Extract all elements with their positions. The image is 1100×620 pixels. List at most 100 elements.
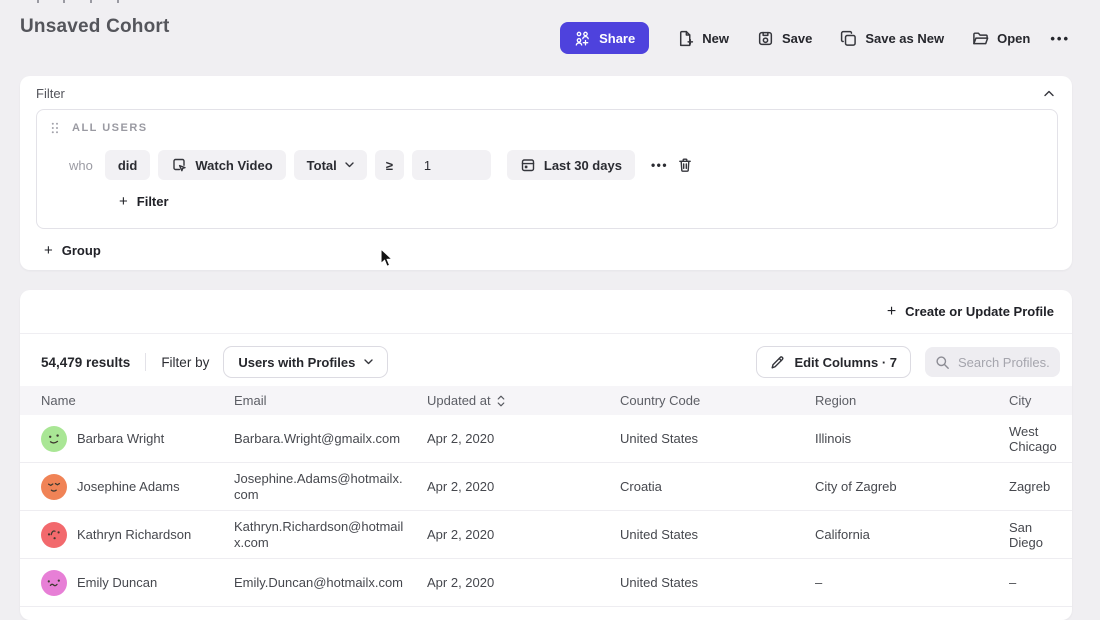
search-icon xyxy=(935,355,950,370)
toolbar: Share New Save xyxy=(560,22,1070,54)
email-cell: Emily.Duncan@hotmailx.com xyxy=(234,575,427,591)
did-selector[interactable]: did xyxy=(105,150,151,180)
table-row[interactable]: Barbara Wright Barbara.Wright@gmailx.com… xyxy=(20,415,1072,463)
folder-icon xyxy=(972,30,989,47)
table-header: Name Email Updated at Country Code Regio… xyxy=(20,386,1072,415)
open-button-label: Open xyxy=(997,31,1030,46)
add-group-button[interactable]: + Group xyxy=(44,242,101,259)
add-group-label: Group xyxy=(62,243,101,258)
share-button[interactable]: Share xyxy=(560,22,649,54)
plus-icon: + xyxy=(44,242,53,259)
column-header-region: Region xyxy=(815,393,1009,408)
save-button-label: Save xyxy=(782,31,812,46)
column-header-city: City xyxy=(1009,393,1072,408)
email-cell: Barbara.Wright@gmailx.com xyxy=(234,431,427,447)
calendar-icon xyxy=(520,157,536,173)
create-profile-row: + Create or Update Profile xyxy=(20,290,1072,334)
did-label: did xyxy=(118,158,138,173)
results-panel: + Create or Update Profile 54,479 result… xyxy=(20,290,1072,620)
add-filter-label: Filter xyxy=(137,194,169,209)
new-button[interactable]: New xyxy=(677,30,729,47)
profile-name: Barbara Wright xyxy=(77,431,164,446)
date-range-label: Last 30 days xyxy=(544,158,622,173)
table-row[interactable]: Josephine Adams Josephine.Adams@hotmailx… xyxy=(20,463,1072,511)
avatar xyxy=(41,426,67,452)
save-as-new-button-label: Save as New xyxy=(865,31,944,46)
table-controls-row: 54,479 results Filter by Users with Prof… xyxy=(41,346,1060,378)
profile-name-cell: Josephine Adams xyxy=(41,474,234,500)
profile-name-cell: Kathryn Richardson xyxy=(41,522,234,548)
pencil-icon xyxy=(770,355,785,370)
avatar xyxy=(41,570,67,596)
country-cell: United States xyxy=(620,527,815,542)
delete-clause-button[interactable] xyxy=(674,154,696,176)
table-row[interactable]: Emily Duncan Emily.Duncan@hotmailx.com A… xyxy=(20,559,1072,607)
profile-filter-value: Users with Profiles xyxy=(238,355,355,370)
updated-at-label: Updated at xyxy=(427,393,491,408)
threshold-input[interactable] xyxy=(412,150,491,180)
email-value: Kathryn.Richardson@hotmailx.com xyxy=(234,519,406,551)
save-button[interactable]: Save xyxy=(757,30,812,47)
column-header-updated-at[interactable]: Updated at xyxy=(427,393,620,408)
create-or-update-profile-button[interactable]: + Create or Update Profile xyxy=(887,303,1054,321)
add-filter-button[interactable]: + Filter xyxy=(119,193,169,210)
crop-mark xyxy=(117,0,119,3)
share-button-label: Share xyxy=(599,31,635,46)
profile-name: Kathryn Richardson xyxy=(77,527,191,542)
aggregation-selector[interactable]: Total xyxy=(294,150,367,180)
profile-name: Emily Duncan xyxy=(77,575,157,590)
drag-handle-icon[interactable] xyxy=(51,122,59,134)
crop-mark xyxy=(63,0,65,3)
collapse-filter-button[interactable] xyxy=(1040,86,1058,101)
aggregation-label: Total xyxy=(307,158,337,173)
chevron-down-icon xyxy=(364,359,373,365)
copy-icon xyxy=(840,30,857,47)
page-title: Unsaved Cohort xyxy=(20,16,170,38)
column-header-name: Name xyxy=(41,393,234,408)
profile-name: Josephine Adams xyxy=(77,479,180,494)
new-button-label: New xyxy=(702,31,729,46)
region-cell: City of Zagreb xyxy=(815,479,1009,494)
edit-columns-label: Edit Columns · 7 xyxy=(794,355,897,370)
profile-filter-dropdown[interactable]: Users with Profiles xyxy=(223,346,388,378)
date-range-selector[interactable]: Last 30 days xyxy=(507,150,635,180)
profile-name-cell: Barbara Wright xyxy=(41,426,234,452)
column-header-email: Email xyxy=(234,393,427,408)
updated-at-cell: Apr 2, 2020 xyxy=(427,575,620,590)
open-button[interactable]: Open xyxy=(972,30,1030,47)
crop-mark xyxy=(90,0,92,3)
plus-icon: + xyxy=(119,193,128,210)
table-body: Barbara Wright Barbara.Wright@gmailx.com… xyxy=(20,415,1072,607)
toolbar-overflow-button[interactable]: ••• xyxy=(1050,31,1070,46)
filter-panel-label: Filter xyxy=(36,86,65,101)
sort-icon xyxy=(497,395,505,407)
updated-at-cell: Apr 2, 2020 xyxy=(427,431,620,446)
email-value: Barbara.Wright@gmailx.com xyxy=(234,431,400,447)
people-plus-icon xyxy=(574,30,591,47)
operator-selector[interactable]: ≥ xyxy=(375,150,404,180)
city-cell: Zagreb xyxy=(1009,479,1072,494)
event-selector[interactable]: Watch Video xyxy=(158,150,285,180)
email-value: Josephine.Adams@hotmailx.com xyxy=(234,471,406,503)
city-cell: San Diego xyxy=(1009,520,1072,550)
city-cell: – xyxy=(1009,575,1072,590)
event-label: Watch Video xyxy=(195,158,272,173)
edit-columns-button[interactable]: Edit Columns · 7 xyxy=(756,346,911,378)
country-cell: Croatia xyxy=(620,479,815,494)
region-cell: California xyxy=(815,527,1009,542)
table-row[interactable]: Kathryn Richardson Kathryn.Richardson@ho… xyxy=(20,511,1072,559)
region-cell: – xyxy=(815,575,1009,590)
who-label: who xyxy=(69,158,93,173)
trash-icon xyxy=(677,157,693,173)
email-cell: Kathryn.Richardson@hotmailx.com xyxy=(234,519,427,551)
plus-icon: + xyxy=(887,303,896,321)
save-as-new-button[interactable]: Save as New xyxy=(840,30,944,47)
email-cell: Josephine.Adams@hotmailx.com xyxy=(234,471,427,503)
avatar xyxy=(41,522,67,548)
chevron-down-icon xyxy=(345,162,354,168)
search-profiles-box xyxy=(925,347,1060,377)
search-profiles-input[interactable] xyxy=(958,355,1050,370)
column-header-country-code: Country Code xyxy=(620,393,815,408)
clause-overflow-button[interactable]: ••• xyxy=(651,158,668,172)
chevron-up-icon xyxy=(1044,90,1054,97)
